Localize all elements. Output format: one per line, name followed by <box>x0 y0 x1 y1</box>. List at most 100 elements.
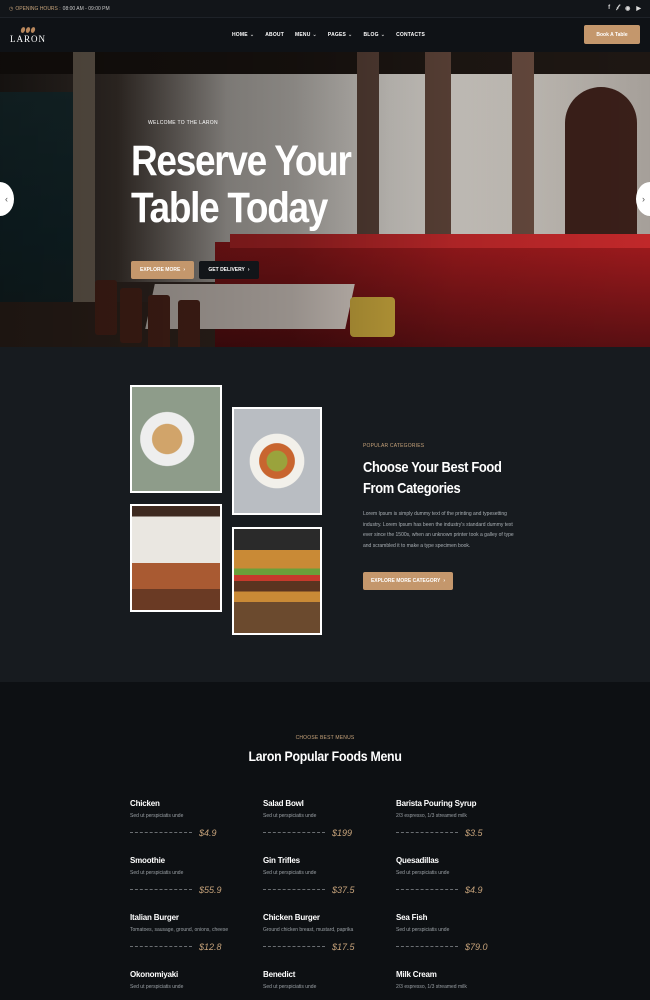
categories-title: Choose Your Best Food From Categories <box>363 457 509 499</box>
chevron-right-icon: › <box>642 194 645 204</box>
twitter-icon[interactable]: 𝓯 <box>616 5 619 12</box>
clock-icon: ◷ <box>9 5 14 12</box>
chevron-right-icon: › <box>247 267 250 273</box>
categories-section: POPULAR CATEGORIES Choose Your Best Food… <box>0 347 650 682</box>
explore-more-button[interactable]: EXPLORE MORE › <box>131 261 194 279</box>
category-image-grilled-platter[interactable] <box>130 504 222 612</box>
book-table-button[interactable]: Book A Table <box>584 25 640 44</box>
hero-section: WELCOME TO THE LARON Reserve Your Table T… <box>0 52 650 347</box>
get-delivery-label: GET DELIVERY <box>208 267 245 273</box>
youtube-icon[interactable]: ▶ <box>636 5 641 12</box>
menu-item-name: Milk Cream <box>396 970 437 979</box>
facebook-icon[interactable]: f <box>608 5 610 12</box>
menu-section: CHOOSE BEST MENUS Laron Popular Foods Me… <box>0 682 650 1000</box>
explore-more-category-button[interactable]: EXPLORE MORE CATEGORY › <box>363 572 453 590</box>
menu-subtitle: CHOOSE BEST MENUS <box>295 735 355 741</box>
menu-item-price: $37.5 <box>332 885 355 895</box>
menu-item-description: Sed ut perspiciatis unde <box>263 870 317 876</box>
menu-item[interactable]: Barista Pouring Syrup 2/3 espresso, 1/3 s… <box>396 799 522 838</box>
menu-item-description: Sed ut perspiciatis unde <box>396 927 450 933</box>
menu-title-text: Laron Popular Foods Menu <box>248 748 402 764</box>
explore-more-label: EXPLORE MORE <box>140 267 181 273</box>
price-divider <box>396 832 458 833</box>
logo-text: LARON <box>10 33 46 44</box>
nav-item-home[interactable]: HOME ⌄ <box>232 32 254 38</box>
menu-item-name: Okonomiyaki <box>130 970 179 979</box>
menu-item-price: $12.8 <box>199 942 222 952</box>
hero-title: Reserve Your Table Today <box>131 138 389 232</box>
menu-item-description: Sed ut perspiciatis unde <box>263 813 317 819</box>
menu-item[interactable]: OkonomiyakiSed ut perspiciatis unde$10.5 <box>130 970 256 1000</box>
nav-item-about[interactable]: ABOUT <box>265 32 284 38</box>
menu-item-name: Benedict <box>263 970 296 979</box>
menu-item-description: Sed ut perspiciatis unde <box>130 813 184 819</box>
menu-item-price: $79.0 <box>465 942 488 952</box>
category-image-fries-sandwich[interactable] <box>130 385 222 493</box>
nav-label: PAGES <box>327 32 347 38</box>
menu-item-name: Chicken Burger <box>263 913 320 922</box>
menu-item-name: Smoothie <box>130 856 165 865</box>
menu-item-price: $4.9 <box>465 885 483 895</box>
top-bar: ◷ OPENING HOURS : 08:00 AM - 09:00 PM f … <box>0 0 650 18</box>
price-divider <box>130 889 192 890</box>
price-divider <box>130 832 192 833</box>
hours-value: 08:00 AM - 09:00 PM <box>62 5 110 12</box>
menu-item-description: Sed ut perspiciatis unde <box>396 870 450 876</box>
hero-title-line2: Table Today <box>131 184 328 232</box>
price-divider <box>130 946 192 947</box>
price-divider <box>396 889 458 890</box>
menu-item-description: 2/3 espresso, 1/3 streamed milk <box>396 813 467 819</box>
nav-item-blog[interactable]: BLOG ⌄ <box>363 32 385 38</box>
menu-item[interactable]: Quesadillas Sed ut perspiciatis unde $4.9 <box>396 856 522 895</box>
menu-item-name: Chicken <box>130 799 160 808</box>
instagram-icon[interactable]: ◉ <box>625 5 630 12</box>
menu-item[interactable]: Smoothie Sed ut perspiciatis unde $55.9 <box>130 856 256 895</box>
get-delivery-button[interactable]: GET DELIVERY › <box>199 261 259 279</box>
menu-item-name: Barista Pouring Syrup <box>396 799 477 808</box>
nav-item-menu[interactable]: MENU ⌄ <box>295 32 317 38</box>
chevron-down-icon: ⌄ <box>249 32 255 38</box>
menu-item[interactable]: Gin Trifles Sed ut perspiciatis unde $37.5 <box>263 856 389 895</box>
main-header: LARON HOME ⌄ ABOUT MENU ⌄ PAGES ⌄ BLOG ⌄ CON… <box>0 18 650 52</box>
social-links: f 𝓯 ◉ ▶ <box>608 5 641 12</box>
menu-item-description: Sed ut perspiciatis unde <box>130 984 184 990</box>
nav-item-pages[interactable]: PAGES ⌄ <box>328 32 353 38</box>
nav-label: HOME <box>232 32 248 38</box>
chevron-down-icon: ⌄ <box>312 32 317 38</box>
menu-item[interactable]: Italian Burger Tomatoes, sausage, ground,… <box>130 913 256 952</box>
menu-item-name: Salad Bowl <box>263 799 304 808</box>
category-image-salad[interactable] <box>232 407 322 515</box>
menu-item-description: Sed ut perspiciatis unde <box>263 984 317 990</box>
menu-item-price: $199 <box>332 828 353 838</box>
price-divider <box>263 946 325 947</box>
categories-title-line2: From Categories <box>363 480 461 497</box>
nav-item-contacts[interactable]: CONTACTS <box>396 32 425 38</box>
menu-item-description: 2/3 espresso, 1/3 streamed milk <box>396 984 467 990</box>
menu-item-price: $55.9 <box>199 885 222 895</box>
menu-item-description: Ground chicken breast, mustard, paprika <box>263 927 354 933</box>
price-divider <box>396 946 458 947</box>
menu-item-name: Quesadillas <box>396 856 439 865</box>
categories-subtitle: POPULAR CATEGORIES <box>363 443 425 449</box>
menu-item-name: Gin Trifles <box>263 856 300 865</box>
chevron-down-icon: ⌄ <box>348 32 353 38</box>
menu-item[interactable]: BenedictSed ut perspiciatis unde$11.5 <box>263 970 389 1000</box>
nav-label: BLOG <box>363 32 379 38</box>
hero-title-line1: Reserve Your <box>131 137 352 185</box>
menu-item[interactable]: Salad Bowl Sed ut perspiciatis unde $199 <box>263 799 389 838</box>
category-image-burger[interactable] <box>232 527 322 635</box>
categories-description: Lorem Ipsum is simply dummy text of the … <box>363 511 514 549</box>
site-logo[interactable]: LARON <box>10 25 46 44</box>
price-divider <box>263 832 325 833</box>
hero-welcome-text: WELCOME TO THE LARON <box>148 120 218 126</box>
menu-item-name: Sea Fish <box>396 913 428 922</box>
menu-item[interactable]: Milk Cream 2/3 espresso, 1/3 streamed mil… <box>396 970 522 1000</box>
menu-item[interactable]: Chicken Burger Ground chicken breast, mus… <box>263 913 389 952</box>
explore-category-label: EXPLORE MORE CATEGORY <box>370 578 441 584</box>
menu-item-price: $3.5 <box>465 828 483 838</box>
chevron-right-icon: › <box>443 578 446 584</box>
menu-item[interactable]: Sea Fish Sed ut perspiciatis unde $79.0 <box>396 913 522 952</box>
menu-item-description: Tomatoes, sausage, ground, onions, chees… <box>130 927 229 933</box>
menu-item[interactable]: Chicken Sed ut perspiciatis unde $4.9 <box>130 799 256 838</box>
menu-item-description: Sed ut perspiciatis unde <box>130 870 184 876</box>
